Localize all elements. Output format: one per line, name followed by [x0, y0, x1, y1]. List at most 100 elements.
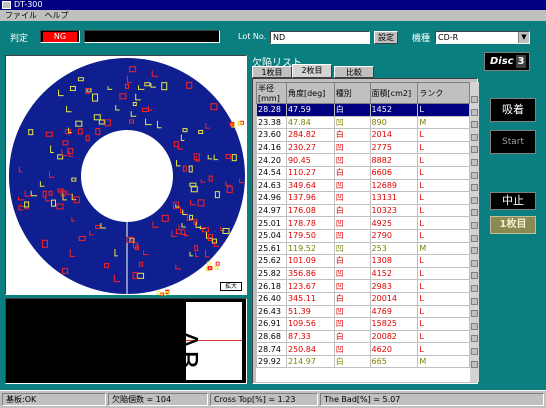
table-row[interactable]: 24.96 137.96 凹 13131 L — [256, 191, 470, 205]
table-row[interactable]: 26.18 123.67 凹 2983 L — [256, 279, 470, 293]
table-row[interactable]: 25.04 179.50 凹 2790 L — [256, 228, 470, 243]
table-cell: 25.04 — [256, 228, 287, 243]
table-row[interactable]: 23.38 47.84 凹 890 M — [256, 115, 470, 130]
table-row[interactable]: 24.16 230.27 凹 2775 L — [256, 140, 470, 155]
chuck-button[interactable]: 吸着 — [490, 98, 536, 122]
judge-result: NG — [43, 32, 77, 42]
table-cell: 23.38 — [256, 115, 287, 130]
table-cell: 25.82 — [256, 266, 287, 281]
list-scrollbar[interactable] — [470, 82, 479, 382]
defect-list-grid[interactable]: 半径[mm] 角度[deg] 種別 面積[cm2] ランク 28.28 47.59… — [256, 82, 470, 382]
app-icon — [2, 1, 11, 9]
table-cell: 356.86 — [285, 266, 335, 281]
scroll-row-marker — [471, 209, 478, 217]
scroll-row-marker — [471, 222, 478, 229]
start-button[interactable]: Start — [490, 130, 536, 154]
table-cell: L — [417, 279, 470, 293]
status-defect-count: 欠陥個数 = 104 — [108, 393, 208, 406]
table-cell: 8882 — [369, 153, 419, 167]
col-radius[interactable]: 半径[mm] — [256, 82, 287, 104]
defect-list-frame: 半径[mm] 角度[deg] 種別 面積[cm2] ランク 28.28 47.59… — [252, 78, 479, 384]
table-cell: L — [417, 140, 470, 155]
scroll-row-marker — [471, 259, 478, 267]
table-row[interactable]: 28.28 47.59 白 1452 L — [256, 103, 470, 117]
menu-file[interactable]: ファイル — [5, 11, 37, 20]
model-select[interactable]: CD-R ▼ — [435, 31, 530, 44]
table-cell: 890 — [369, 115, 419, 130]
table-cell: 4769 — [369, 304, 419, 319]
lot-set-button[interactable]: 設定 — [374, 31, 398, 44]
scroll-row-marker — [471, 310, 478, 318]
table-cell: 2014 — [369, 128, 419, 142]
scroll-row-marker — [471, 322, 478, 330]
table-cell: 13131 — [369, 191, 419, 205]
table-cell: 白 — [333, 203, 371, 218]
table-cell: L — [417, 178, 470, 193]
table-cell: M — [417, 354, 470, 369]
chevron-down-icon[interactable]: ▼ — [518, 32, 529, 43]
table-row[interactable]: 28.68 87.33 白 20082 L — [256, 329, 470, 344]
defect-cluster-mark — [159, 292, 164, 296]
col-rank[interactable]: ランク — [417, 82, 470, 104]
table-row[interactable]: 24.63 349.64 凹 12689 L — [256, 178, 470, 193]
table-row[interactable]: 25.62 101.09 白 1308 L — [256, 254, 470, 268]
table-cell: 凹 — [333, 342, 371, 356]
table-cell: 凹 — [333, 115, 371, 130]
lot-label: Lot No. — [238, 32, 267, 41]
table-cell: L — [417, 203, 470, 218]
table-row[interactable]: 28.74 250.84 凹 4620 L — [256, 342, 470, 356]
table-row[interactable]: 24.20 90.45 凹 8882 L — [256, 153, 470, 167]
col-type[interactable]: 種別 — [333, 82, 371, 104]
table-cell: 665 — [369, 354, 419, 369]
table-row[interactable]: 25.82 356.86 凹 4152 L — [256, 266, 470, 281]
lot-number-input[interactable]: ND — [270, 31, 370, 44]
title-bar: DT-300 — [0, 0, 546, 10]
table-cell: 349.64 — [285, 178, 335, 193]
disc-number: 3 — [516, 55, 526, 68]
judge-message-bar — [84, 30, 220, 43]
table-cell: 26.40 — [256, 291, 287, 306]
scroll-row-marker — [471, 146, 478, 154]
table-cell: 凹 — [333, 153, 371, 167]
table-row[interactable]: 26.43 51.39 凹 4769 L — [256, 304, 470, 319]
status-board: 基板:OK — [2, 393, 106, 406]
table-row[interactable]: 26.40 345.11 白 20014 L — [256, 291, 470, 306]
table-cell: L — [417, 329, 470, 344]
table-row[interactable]: 24.54 110.27 白 6606 L — [256, 165, 470, 180]
sheet-select-button[interactable]: 1枚目 — [490, 216, 536, 234]
table-cell: 凹 — [333, 241, 371, 256]
disc-defect-map[interactable] — [5, 55, 247, 296]
table-cell: L — [417, 191, 470, 205]
col-area[interactable]: 面積[cm2] — [369, 82, 419, 104]
table-cell: 253 — [369, 241, 419, 256]
table-row[interactable]: 25.01 178.78 凹 4925 L — [256, 216, 470, 230]
tab-sheet-2[interactable]: 2枚目 — [292, 64, 332, 78]
stop-button[interactable]: 中止 — [490, 192, 536, 210]
table-cell: 凹 — [333, 266, 371, 281]
scroll-row-marker — [471, 121, 478, 129]
status-bar: 基板:OK 欠陥個数 = 104 Cross Top[%] = 1.23 The… — [0, 390, 546, 408]
scroll-row-marker — [471, 159, 478, 166]
table-cell: 凹 — [333, 191, 371, 205]
scroll-row-marker — [471, 133, 478, 141]
table-row[interactable]: 23.60 284.82 白 2014 L — [256, 128, 470, 142]
table-cell: 凹 — [333, 228, 371, 243]
table-row[interactable]: 29.92 214.97 白 665 M — [256, 354, 470, 369]
zoom-badge[interactable]: 拡大 — [220, 282, 242, 291]
tab-sheet-1[interactable]: 1枚目 — [252, 66, 292, 78]
defect-cluster-mark — [206, 261, 211, 266]
disc-map-svg — [9, 58, 245, 296]
table-cell: 24.63 — [256, 178, 287, 193]
table-cell: 230.27 — [285, 140, 335, 155]
judge-result-box: NG — [40, 30, 80, 43]
col-angle[interactable]: 角度[deg] — [285, 82, 335, 104]
table-row[interactable]: 25.61 119.52 凹 253 M — [256, 241, 470, 256]
scroll-row-marker — [471, 247, 478, 255]
table-row[interactable]: 24.97 176.08 白 10323 L — [256, 203, 470, 218]
table-cell: 24.20 — [256, 153, 287, 167]
status-bad: The Bad[%] = 5.07 — [320, 393, 544, 406]
tab-compare[interactable]: 比較 — [334, 66, 374, 78]
menu-help[interactable]: ヘルプ — [45, 11, 69, 20]
table-row[interactable]: 26.91 109.56 凹 15825 L — [256, 317, 470, 331]
table-cell: 29.92 — [256, 354, 287, 369]
